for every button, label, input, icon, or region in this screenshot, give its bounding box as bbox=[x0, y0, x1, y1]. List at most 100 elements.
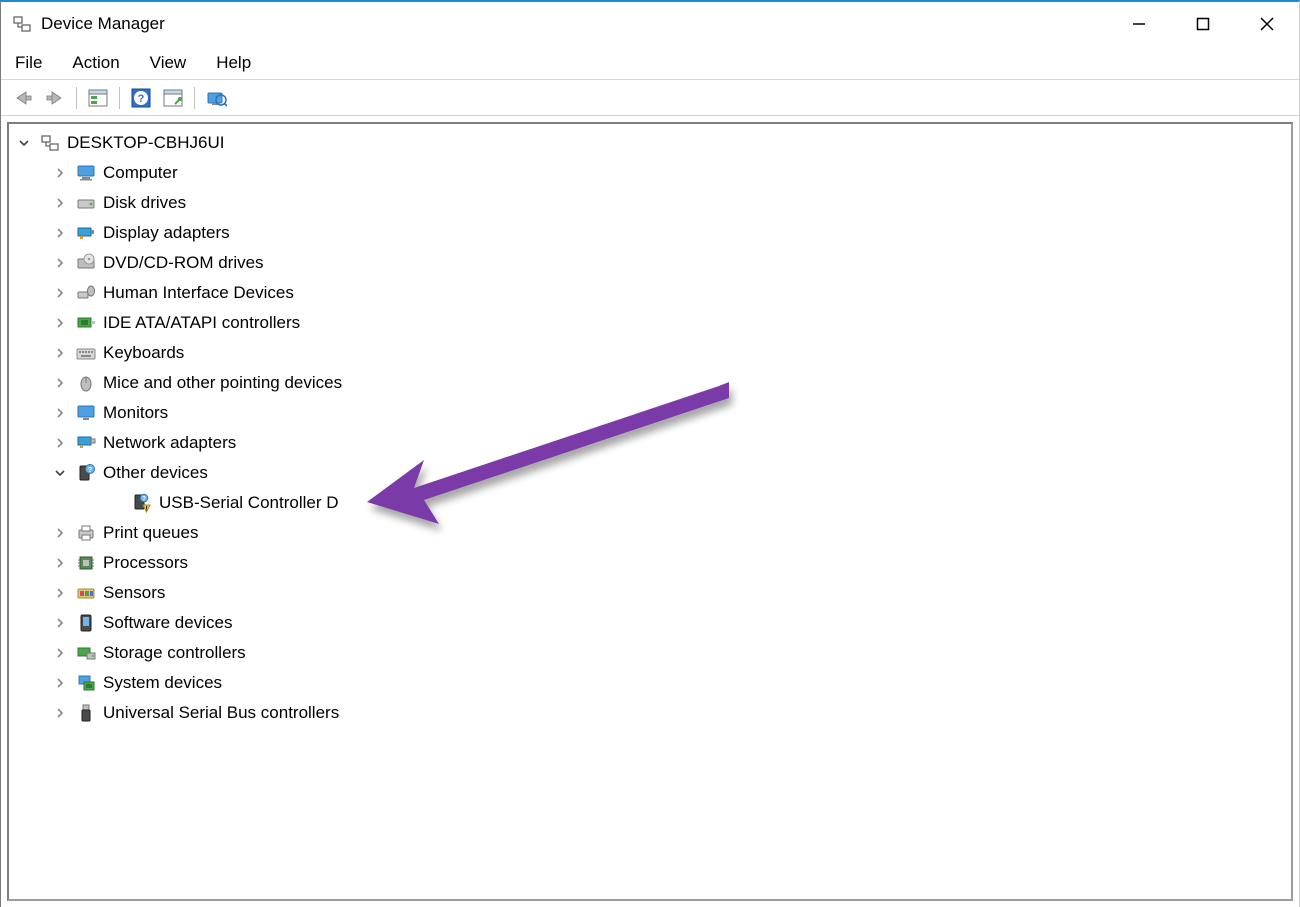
device-manager-window: Device Manager File Action View Help bbox=[0, 0, 1300, 907]
menu-action[interactable]: Action bbox=[68, 51, 123, 75]
tree-item-label: DVD/CD-ROM drives bbox=[103, 253, 264, 273]
tree-item-disk-drives[interactable]: Disk drives bbox=[13, 188, 1287, 218]
tree-item-processors[interactable]: Processors bbox=[13, 548, 1287, 578]
menu-help[interactable]: Help bbox=[212, 51, 255, 75]
chevron-right-icon[interactable] bbox=[51, 164, 69, 182]
chevron-right-icon[interactable] bbox=[51, 704, 69, 722]
toolbar-forward[interactable] bbox=[41, 85, 69, 111]
other-devices-icon: ? bbox=[75, 462, 97, 484]
chevron-right-icon[interactable] bbox=[51, 194, 69, 212]
tree-item-display-adapters[interactable]: Display adapters bbox=[13, 218, 1287, 248]
tree-item-label: Monitors bbox=[103, 403, 168, 423]
window-controls bbox=[1107, 2, 1299, 46]
tree-item-monitors[interactable]: Monitors bbox=[13, 398, 1287, 428]
tree-item-label: System devices bbox=[103, 673, 222, 693]
tree-item-hid[interactable]: Human Interface Devices bbox=[13, 278, 1287, 308]
tree-item-software-devices[interactable]: Software devices bbox=[13, 608, 1287, 638]
tree-item-label: Human Interface Devices bbox=[103, 283, 294, 303]
tree-item-label: Computer bbox=[103, 163, 178, 183]
tree-item-label: IDE ATA/ATAPI controllers bbox=[103, 313, 300, 333]
chevron-right-icon[interactable] bbox=[51, 524, 69, 542]
toolbar-help[interactable]: ? bbox=[127, 85, 155, 111]
tree-item-storage-controllers[interactable]: Storage controllers bbox=[13, 638, 1287, 668]
computer-icon bbox=[75, 162, 97, 184]
software-icon bbox=[75, 612, 97, 634]
tree-item-label: Print queues bbox=[103, 523, 198, 543]
chevron-right-icon[interactable] bbox=[51, 644, 69, 662]
tree-item-print-queues[interactable]: Print queues bbox=[13, 518, 1287, 548]
ide-icon bbox=[75, 312, 97, 334]
tree-root[interactable]: DESKTOP-CBHJ6UI bbox=[13, 128, 1287, 158]
tree-item-label: Network adapters bbox=[103, 433, 236, 453]
tree-item-label: Keyboards bbox=[103, 343, 184, 363]
chevron-right-icon[interactable] bbox=[51, 404, 69, 422]
display-adapter-icon bbox=[75, 222, 97, 244]
chevron-right-icon[interactable] bbox=[51, 374, 69, 392]
toolbar-back[interactable] bbox=[9, 85, 37, 111]
chevron-right-icon[interactable] bbox=[51, 344, 69, 362]
chevron-right-icon[interactable] bbox=[51, 674, 69, 692]
toolbar-properties[interactable] bbox=[159, 85, 187, 111]
chevron-right-icon[interactable] bbox=[51, 284, 69, 302]
toolbar-show-hidden[interactable] bbox=[84, 85, 112, 111]
svg-text:?: ? bbox=[88, 467, 92, 474]
tree-item-mice[interactable]: Mice and other pointing devices bbox=[13, 368, 1287, 398]
chevron-right-icon[interactable] bbox=[51, 434, 69, 452]
mouse-icon bbox=[75, 372, 97, 394]
menubar: File Action View Help bbox=[1, 46, 1299, 80]
chevron-right-icon[interactable] bbox=[51, 614, 69, 632]
tree-item-usb-controllers[interactable]: Universal Serial Bus controllers bbox=[13, 698, 1287, 728]
app-icon bbox=[11, 13, 33, 35]
processor-icon bbox=[75, 552, 97, 574]
tree-item-label: Software devices bbox=[103, 613, 232, 633]
storage-icon bbox=[75, 642, 97, 664]
window-title: Device Manager bbox=[41, 14, 1107, 34]
chevron-right-icon[interactable] bbox=[51, 554, 69, 572]
toolbar: ? bbox=[1, 80, 1299, 116]
network-icon bbox=[75, 432, 97, 454]
tree-item-computer[interactable]: Computer bbox=[13, 158, 1287, 188]
tree-item-sensors[interactable]: Sensors bbox=[13, 578, 1287, 608]
tree-item-usb-serial-controller[interactable]: ?! USB-Serial Controller D bbox=[13, 488, 1287, 518]
disk-icon bbox=[75, 192, 97, 214]
hid-icon bbox=[75, 282, 97, 304]
tree-item-dvd[interactable]: DVD/CD-ROM drives bbox=[13, 248, 1287, 278]
svg-text:?: ? bbox=[138, 93, 145, 105]
close-button[interactable] bbox=[1235, 2, 1299, 46]
menu-view[interactable]: View bbox=[146, 51, 191, 75]
tree-item-label: Universal Serial Bus controllers bbox=[103, 703, 339, 723]
chevron-right-icon[interactable] bbox=[51, 584, 69, 602]
toolbar-scan[interactable] bbox=[202, 85, 230, 111]
chevron-down-icon[interactable] bbox=[51, 464, 69, 482]
tree-item-label: Processors bbox=[103, 553, 188, 573]
svg-text:?: ? bbox=[142, 497, 146, 503]
usb-icon bbox=[75, 702, 97, 724]
keyboard-icon bbox=[75, 342, 97, 364]
tree-item-network[interactable]: Network adapters bbox=[13, 428, 1287, 458]
tree-root-label: DESKTOP-CBHJ6UI bbox=[67, 133, 224, 153]
tree-item-other-devices[interactable]: ? Other devices bbox=[13, 458, 1287, 488]
maximize-button[interactable] bbox=[1171, 2, 1235, 46]
tree-item-label: Other devices bbox=[103, 463, 208, 483]
toolbar-separator bbox=[119, 87, 120, 109]
tree-item-keyboards[interactable]: Keyboards bbox=[13, 338, 1287, 368]
chevron-right-icon[interactable] bbox=[51, 314, 69, 332]
chevron-down-icon[interactable] bbox=[15, 134, 33, 152]
tree-item-ide[interactable]: IDE ATA/ATAPI controllers bbox=[13, 308, 1287, 338]
warning-device-icon: ?! bbox=[131, 492, 153, 514]
chevron-right-icon[interactable] bbox=[51, 224, 69, 242]
tree-item-label: Mice and other pointing devices bbox=[103, 373, 342, 393]
tree-item-label: Disk drives bbox=[103, 193, 186, 213]
computer-root-icon bbox=[39, 132, 61, 154]
tree-item-label: Display adapters bbox=[103, 223, 230, 243]
minimize-button[interactable] bbox=[1107, 2, 1171, 46]
dvd-icon bbox=[75, 252, 97, 274]
system-icon bbox=[75, 672, 97, 694]
toolbar-separator bbox=[194, 87, 195, 109]
menu-file[interactable]: File bbox=[11, 51, 46, 75]
toolbar-separator bbox=[76, 87, 77, 109]
chevron-right-icon[interactable] bbox=[51, 254, 69, 272]
tree-item-system-devices[interactable]: System devices bbox=[13, 668, 1287, 698]
tree-item-label: Storage controllers bbox=[103, 643, 246, 663]
device-tree[interactable]: DESKTOP-CBHJ6UI Computer Disk drives Dis… bbox=[7, 122, 1293, 901]
